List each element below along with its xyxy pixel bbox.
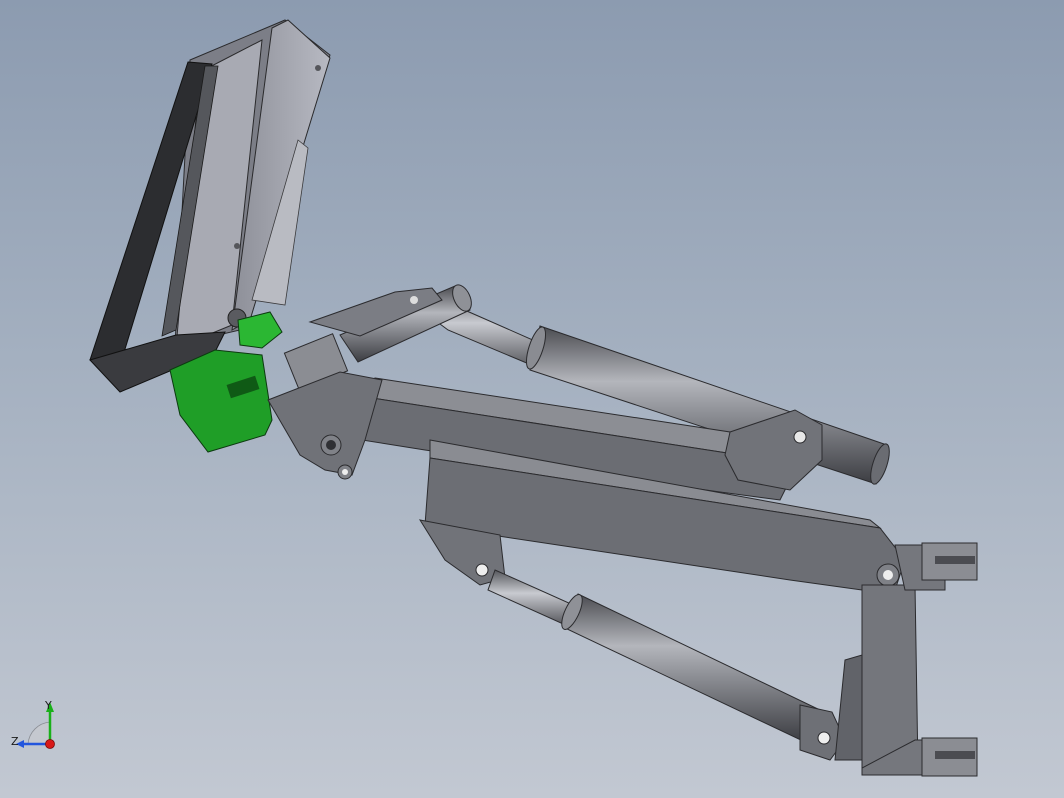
stick-cylinder[interactable] [283, 282, 475, 391]
tool-small-hole-1 [234, 243, 240, 249]
lower-arm-pin [475, 563, 489, 577]
coupler-body [169, 349, 273, 453]
bottom-mount-clevis-slot [935, 751, 975, 759]
z-axis-label: Z [11, 735, 19, 748]
boom-head-pin [793, 430, 807, 444]
lower-cylinder-eye-pin [817, 731, 831, 745]
top-mount-clevis-slot [935, 556, 975, 564]
tool-small-hole-2 [315, 65, 321, 71]
stick-mount-pin [410, 296, 418, 304]
boom-root-plate [267, 371, 383, 476]
lower-hydraulic-cylinder[interactable] [487, 569, 846, 761]
x-axis-dot [45, 739, 55, 749]
model-3d-view[interactable] [0, 0, 1064, 798]
mast-brace [834, 654, 863, 761]
boom-root-pin-hole [326, 440, 336, 450]
y-axis-label: Y [45, 699, 52, 712]
lower-cylinder-barrel [564, 593, 821, 743]
boom-root-lower-hole [342, 469, 348, 475]
lower-arm-end-hole [883, 570, 893, 580]
graphics-viewport[interactable]: Y Z [0, 0, 1064, 798]
tool-plate-assembly[interactable] [89, 19, 331, 393]
